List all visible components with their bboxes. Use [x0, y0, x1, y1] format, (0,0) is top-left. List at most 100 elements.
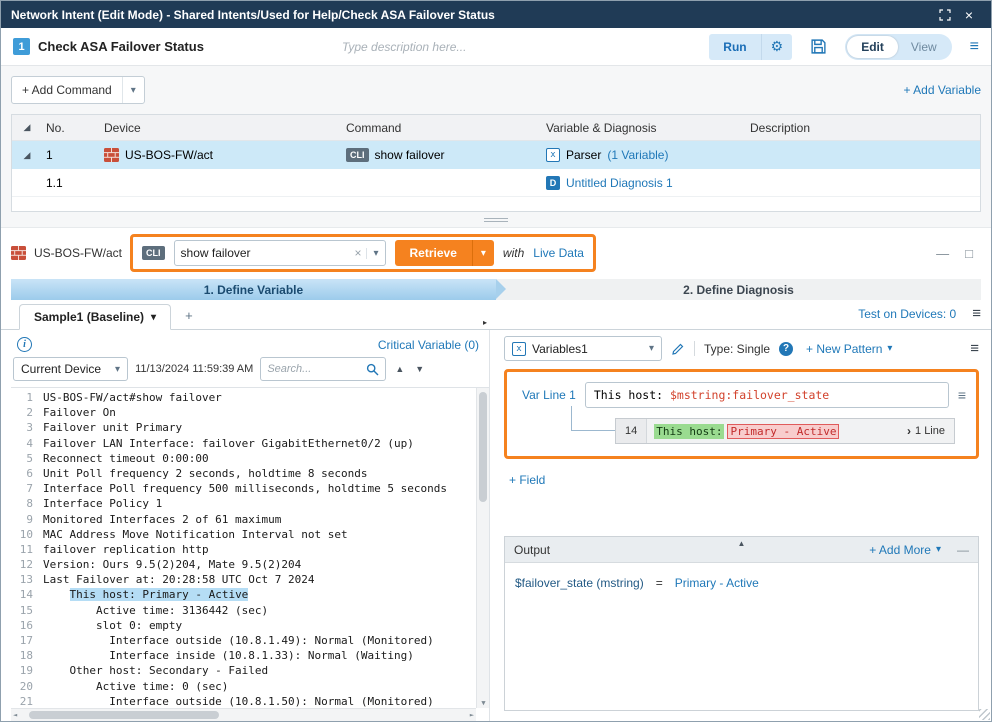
pane-splitter-arrow-icon[interactable]: ▸	[483, 318, 487, 327]
chevron-down-icon[interactable]: ▾	[151, 312, 156, 323]
sample-timestamp: 11/13/2024 11:59:39 AM	[135, 363, 253, 375]
chevron-down-icon: ▾	[481, 248, 486, 259]
toolbar-divider	[694, 341, 695, 356]
search-box	[260, 357, 386, 381]
retrieve-dropdown-button[interactable]: ▾	[472, 240, 494, 266]
run-button[interactable]: Run	[709, 34, 761, 60]
variable-pane-menu-button[interactable]: ≡	[970, 340, 979, 357]
restore-button[interactable]	[933, 1, 957, 28]
live-data-link[interactable]: Live Data	[533, 246, 584, 260]
clear-icon[interactable]: ×	[354, 246, 361, 260]
run-group: Run ⚙	[709, 34, 792, 60]
col-header-device: Device	[100, 121, 342, 135]
horizontal-scrollbar[interactable]: ◄ ►	[11, 708, 476, 721]
save-button[interactable]	[810, 38, 827, 55]
table-row[interactable]: 1.1 D Untitled Diagnosis 1	[12, 169, 980, 197]
description-input[interactable]	[342, 40, 701, 54]
match-key-highlight: This host:	[654, 424, 724, 439]
code-line: 19 Other host: Secondary - Failed	[11, 663, 489, 678]
window-resize-grip[interactable]	[979, 709, 990, 720]
tab-menu-button[interactable]: ≡	[972, 305, 981, 322]
command-edit-bar: US-BOS-FW/act CLI show failover × ▾ Retr…	[1, 228, 991, 278]
scroll-left-icon[interactable]: ◄	[13, 712, 17, 719]
chevron-down-icon[interactable]: ▾	[122, 77, 144, 103]
run-settings-button[interactable]: ⚙	[762, 34, 793, 60]
tab-sample1-baseline[interactable]: Sample1 (Baseline) ▾	[19, 304, 171, 330]
step-define-variable[interactable]: 1. Define Variable	[11, 279, 496, 300]
retrieve-button[interactable]: Retrieve	[395, 240, 472, 266]
rename-variables-button[interactable]	[671, 342, 685, 356]
intent-number-badge: 1	[13, 38, 30, 55]
scroll-down-icon[interactable]: ▼	[477, 700, 489, 707]
code-line: 12Version: Ours 9.5(2)204, Mate 9.5(2)20…	[11, 557, 489, 572]
variables-select[interactable]: x Variables1 ▾	[504, 336, 662, 361]
code-line: 1US-BOS-FW/act#show failover	[11, 390, 489, 405]
collapse-panel-icon[interactable]: ▲	[738, 539, 746, 548]
sample-tab-bar: Sample1 (Baseline) ▾ + ▸ Test on Devices…	[1, 300, 991, 330]
output-equals: =	[656, 576, 663, 590]
match-result-row[interactable]: 14 This host: Primary - Active › 1 Line	[615, 418, 955, 444]
critical-variable-link[interactable]: Critical Variable (0)	[378, 338, 479, 352]
chevron-down-icon[interactable]: ▾	[366, 248, 378, 259]
minimize-output-icon[interactable]: —	[957, 543, 969, 557]
col-header-description: Description	[746, 121, 980, 135]
match-count-link[interactable]: › 1 Line	[898, 424, 954, 438]
splitter-grip-icon[interactable]	[484, 218, 508, 222]
command-highlight-box: CLI show failover × ▾ Retrieve ▾ with Li…	[130, 234, 596, 272]
scroll-right-icon[interactable]: ►	[470, 712, 474, 719]
pattern-menu-button[interactable]: ≡	[958, 387, 966, 403]
popout-icon[interactable]: □	[965, 246, 973, 261]
close-button[interactable]: ×	[957, 1, 981, 28]
firewall-device-icon	[11, 246, 26, 260]
command-combobox[interactable]: show failover × ▾	[174, 240, 386, 266]
search-icon[interactable]	[366, 363, 379, 376]
window-titlebar: Network Intent (Edit Mode) - Shared Inte…	[1, 1, 991, 28]
add-sample-tab-button[interactable]: +	[175, 304, 203, 329]
horizontal-splitter[interactable]	[1, 212, 991, 228]
find-previous-button[interactable]: ▲	[393, 362, 406, 376]
code-line: 2Failover On	[11, 405, 489, 420]
vertical-scrollbar[interactable]: ▼	[476, 388, 489, 708]
device-select[interactable]: Current Device ▾	[13, 357, 128, 381]
var-line-row: Var Line 1 This host: $mstring:failover_…	[517, 382, 966, 408]
edit-toggle-button[interactable]: Edit	[847, 36, 898, 58]
add-field-link[interactable]: + Field	[509, 473, 545, 487]
pattern-input[interactable]: This host: $mstring:failover_state	[585, 382, 949, 408]
command-section: + Add Command ▾ + Add Variable ◢ No. Dev…	[1, 66, 991, 212]
step-ribbon: 1. Define Variable 2. Define Diagnosis	[11, 279, 981, 300]
pattern-text: This host:	[594, 388, 670, 402]
code-line: 15 Active time: 3136442 (sec)	[11, 603, 489, 618]
table-row[interactable]: ◢ 1 US-BOS-FW/act CLI show failover x Pa…	[12, 141, 980, 169]
editor-section: US-BOS-FW/act CLI show failover × ▾ Retr…	[1, 228, 991, 721]
output-value: Primary - Active	[675, 576, 759, 590]
match-area: 14 This host: Primary - Active › 1 Line	[615, 418, 966, 444]
step-define-diagnosis[interactable]: 2. Define Diagnosis	[496, 279, 981, 300]
chevron-down-icon: ▾	[936, 544, 941, 555]
info-icon[interactable]: i	[17, 337, 32, 352]
code-line: 11failover replication http	[11, 542, 489, 557]
diagnosis-link[interactable]: Untitled Diagnosis 1	[566, 176, 673, 190]
find-next-button[interactable]: ▼	[413, 362, 426, 376]
test-on-devices-link[interactable]: Test on Devices: 0	[858, 307, 956, 321]
add-command-button[interactable]: + Add Command ▾	[11, 76, 145, 104]
add-more-button[interactable]: + Add More ▾	[869, 543, 941, 557]
code-line: 5Reconnect timeout 0:00:00	[11, 451, 489, 466]
header-menu-button[interactable]: ≡	[970, 38, 979, 56]
hscroll-thumb[interactable]	[29, 711, 219, 719]
vscroll-thumb[interactable]	[479, 392, 487, 502]
save-icon	[810, 38, 827, 55]
view-toggle-button[interactable]: View	[898, 36, 950, 58]
collapse-row-icon[interactable]: ◢	[24, 151, 31, 160]
new-pattern-button[interactable]: + New Pattern ▾	[806, 342, 892, 356]
help-icon[interactable]: ?	[779, 342, 793, 356]
sample-text-viewer[interactable]: 1US-BOS-FW/act#show failover2Failover On…	[11, 387, 489, 721]
minimize-icon[interactable]: —	[936, 246, 949, 261]
collapse-all-icon[interactable]: ◢	[24, 123, 31, 132]
add-variable-link[interactable]: + Add Variable	[903, 83, 981, 97]
search-input[interactable]	[267, 363, 366, 375]
menu-icon: ≡	[970, 38, 979, 55]
match-content: This host: Primary - Active	[647, 424, 898, 439]
parser-variable-count-link[interactable]: (1 Variable)	[607, 148, 668, 162]
code-line: 7Interface Poll frequency 500 millisecon…	[11, 481, 489, 496]
new-pattern-label: + New Pattern	[806, 342, 882, 356]
